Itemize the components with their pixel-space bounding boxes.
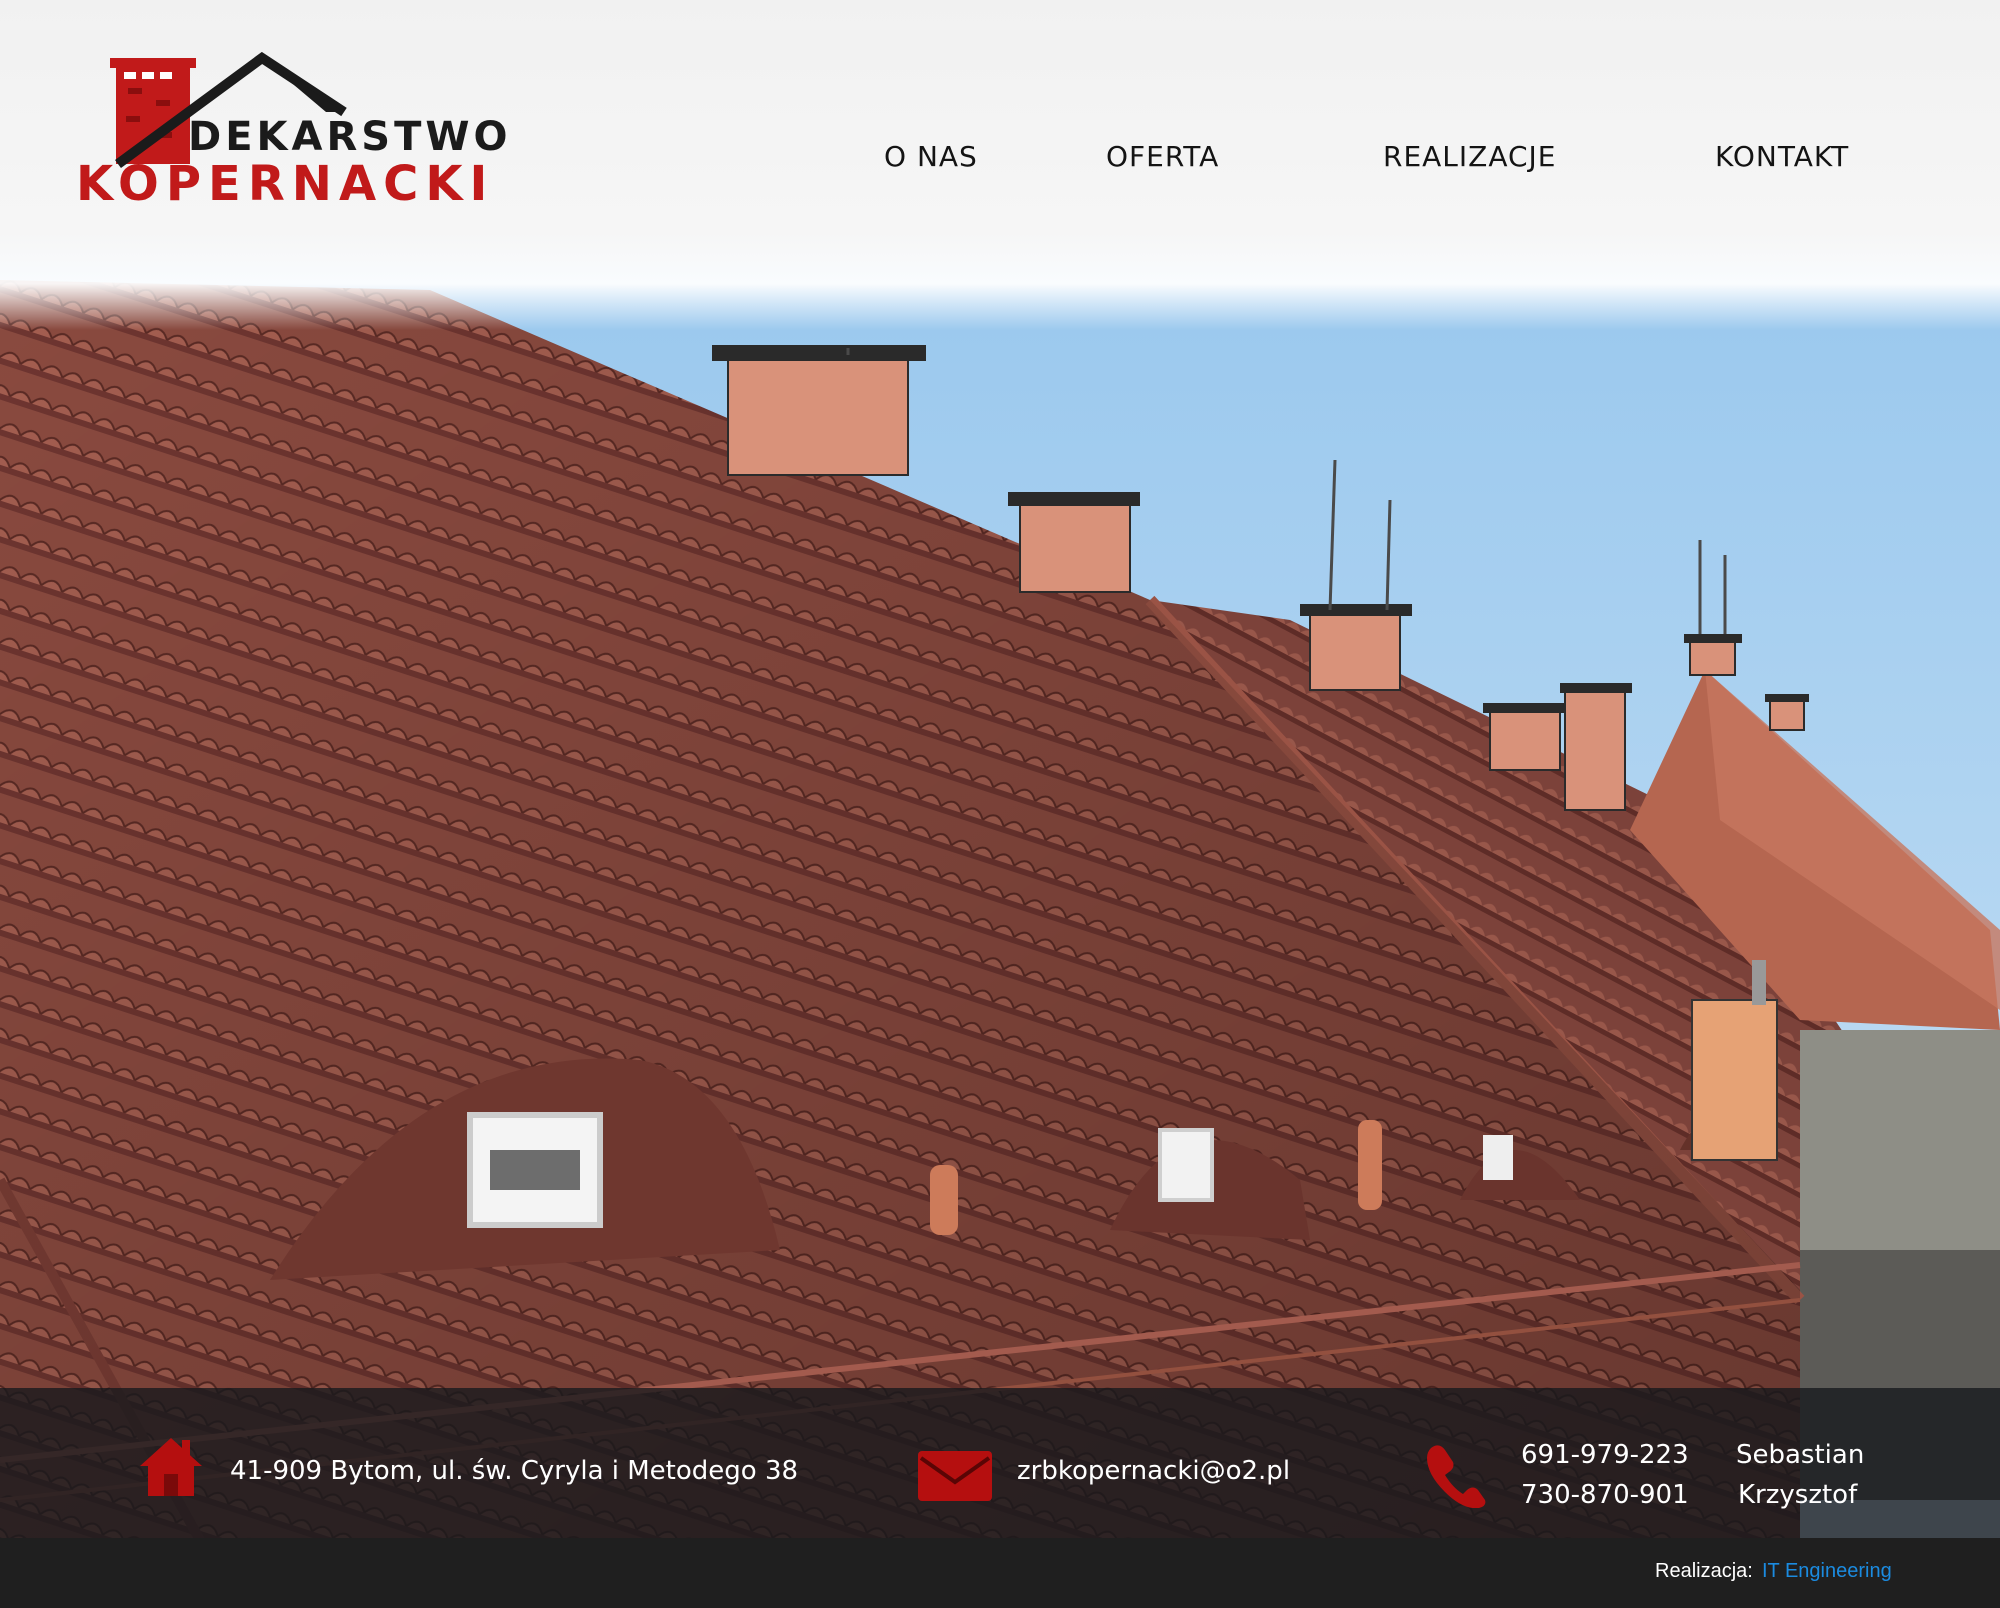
nav-kontakt[interactable]: KONTAKT <box>1715 140 1849 173</box>
home-icon <box>138 1434 204 1503</box>
nav-o-nas[interactable]: O NAS <box>884 140 978 173</box>
phone-icon <box>1423 1442 1487 1513</box>
address-text: 41-909 Bytom, ul. św. Cyryla i Metodego … <box>230 1456 799 1486</box>
brand-logo[interactable]: DEKARSTWO KOPERNACKI <box>76 52 556 212</box>
nav-realizacje[interactable]: REALIZACJE <box>1383 140 1557 173</box>
phone-name-1: Sebastian <box>1736 1440 1865 1470</box>
credit-label: Realizacja: <box>1655 1560 1753 1582</box>
envelope-icon <box>917 1450 993 1507</box>
phone-number-1[interactable]: 691-979-223 <box>1521 1440 1689 1470</box>
logo-line1: DEKARSTWO <box>188 114 512 160</box>
email-link[interactable]: zrbkopernacki@o2.pl <box>1017 1456 1290 1486</box>
site-header: DEKARSTWO KOPERNACKI O NAS OFERTA REALIZ… <box>0 0 2000 330</box>
nav-oferta[interactable]: OFERTA <box>1106 140 1219 173</box>
phone-number-2[interactable]: 730-870-901 <box>1521 1480 1689 1510</box>
credit-link[interactable]: IT Engineering <box>1762 1560 1892 1583</box>
logo-line2: KOPERNACKI <box>76 156 495 212</box>
phone-name-2: Krzysztof <box>1738 1480 1858 1510</box>
